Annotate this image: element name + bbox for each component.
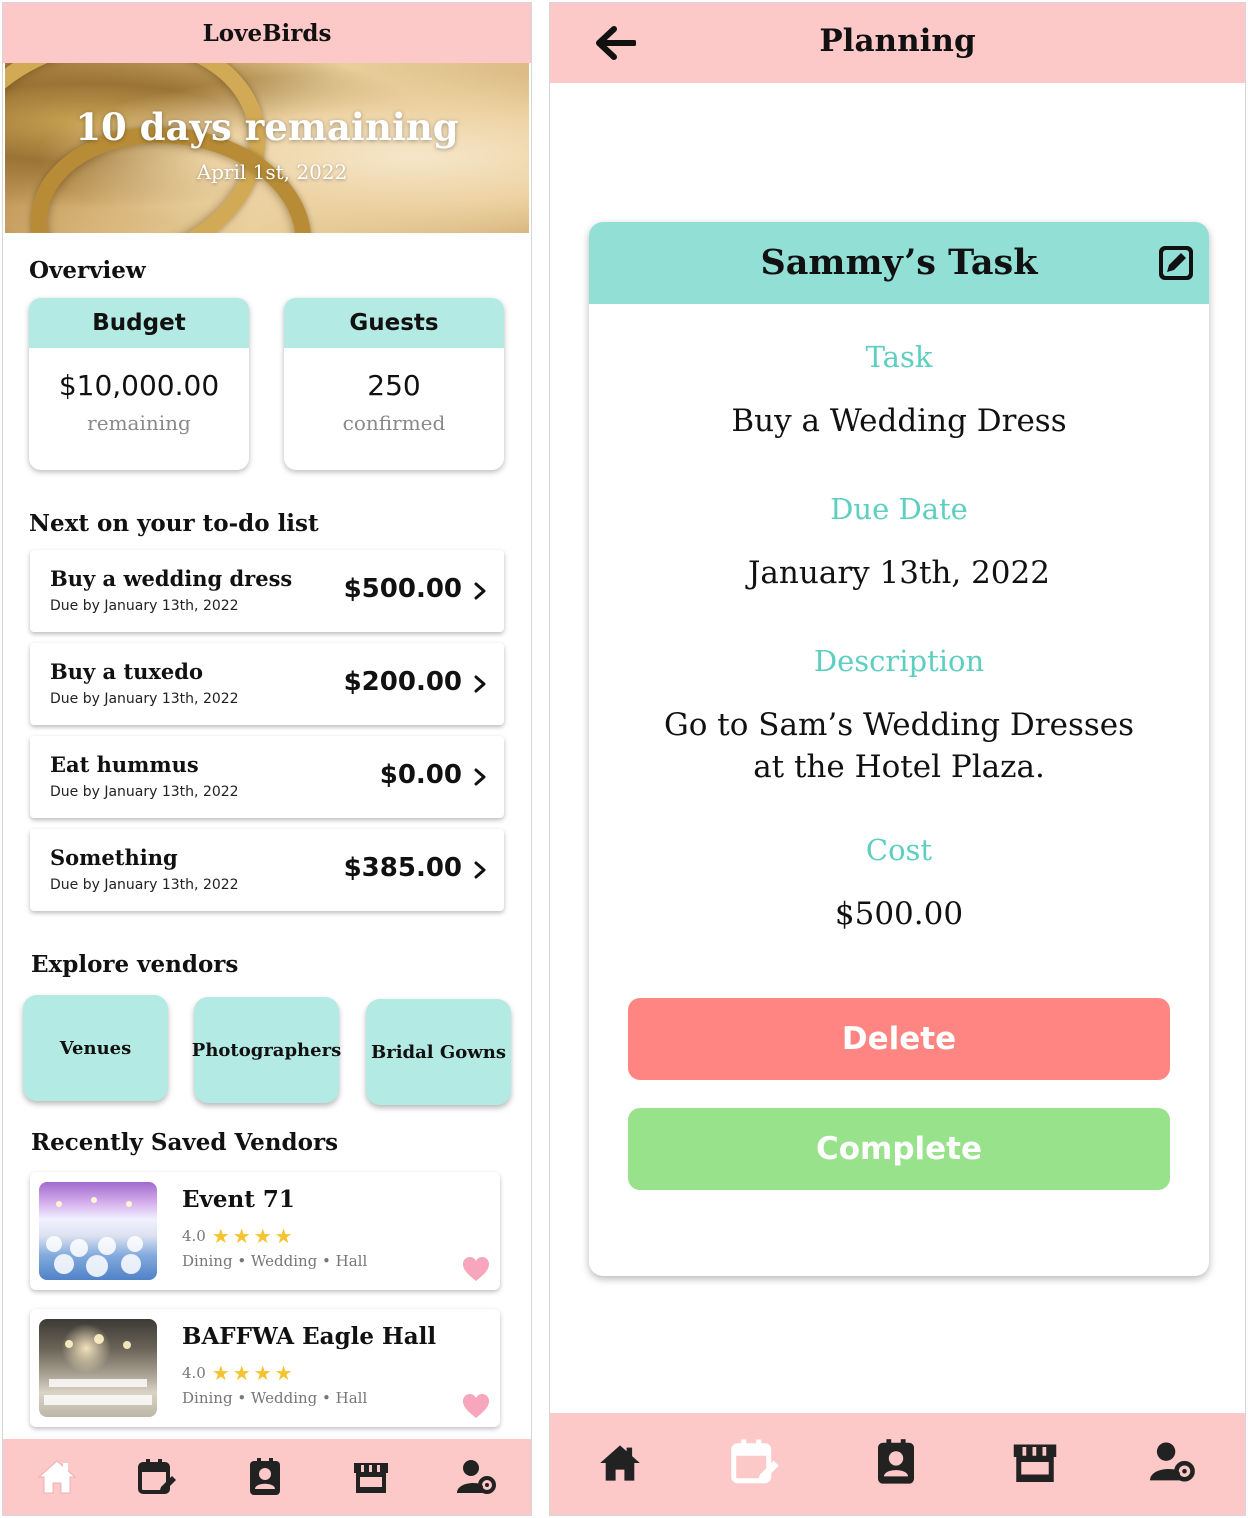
budget-value: $10,000.00 [58,369,220,402]
todo-due-date: Due by January 13th, 2022 [50,784,239,800]
chevron-right-icon [474,861,486,879]
todo-title: Buy a wedding dress [50,566,293,591]
todo-title: Eat hummus [50,752,199,777]
todo-item[interactable]: Buy a wedding dress Due by January 13th,… [30,550,504,632]
store-icon[interactable] [1010,1437,1060,1487]
todo-due-date: Due by January 13th, 2022 [50,691,239,707]
vendor-tags: Dining • Wedding • Hall [182,1389,368,1407]
guests-card-header: Guests [284,298,504,348]
todo-due-date: Due by January 13th, 2022 [50,598,239,614]
days-remaining: 10 days remaining [75,105,459,149]
budget-card[interactable]: Budget $10,000.00 remaining [29,298,249,470]
task-detail-screen: Planning Sammy’s Task Task Buy a Wedding… [549,2,1246,1516]
task-card-title: Sammy’s Task [760,242,1038,283]
home-icon[interactable] [598,1441,642,1485]
cost-label: Cost [865,833,933,867]
app-title: LoveBirds [202,19,332,47]
vendor-category-venues[interactable]: Venues [23,995,168,1101]
saved-vendor-card[interactable]: BAFFWA Eagle Hall 4.0 ★★★★ Dining • Wedd… [30,1309,500,1427]
todo-heading: Next on your to-do list [29,510,319,537]
bottom-nav [550,1413,1245,1515]
description-line: at the Hotel Plaza. [753,749,1045,785]
budget-sub: remaining [87,411,191,435]
chevron-right-icon [474,768,486,786]
user-settings-icon[interactable] [457,1457,497,1497]
todo-item[interactable]: Something Due by January 13th, 2022 $385… [30,829,504,911]
calendar-edit-icon[interactable] [730,1437,780,1487]
banquet-hall-illustration [46,1197,143,1277]
star-rating-icon: ★★★★ [211,1361,296,1385]
complete-button[interactable]: Complete [628,1108,1170,1190]
guests-value: 250 [367,369,421,402]
user-settings-icon[interactable] [1148,1439,1198,1485]
saved-vendors-heading: Recently Saved Vendors [31,1129,339,1156]
home-icon[interactable] [37,1457,77,1497]
bottom-nav [3,1439,531,1515]
due-date-value: January 13th, 2022 [748,555,1050,591]
rating-value: 4.0 [182,1227,206,1245]
todo-cost: $200.00 [343,667,462,697]
guests-card[interactable]: Guests 250 confirmed [284,298,504,470]
vendor-rating: 4.0 ★★★★ [182,1224,296,1248]
budget-card-header: Budget [29,298,249,348]
todo-item[interactable]: Buy a tuxedo Due by January 13th, 2022 $… [30,643,504,725]
todo-title: Buy a tuxedo [50,659,203,684]
star-rating-icon: ★★★★ [211,1224,296,1248]
task-card-header: Sammy’s Task [589,222,1209,304]
heart-icon[interactable] [462,1256,490,1282]
vendor-name: BAFFWA Eagle Hall [182,1323,437,1350]
vendor-photo [39,1319,157,1417]
todo-item[interactable]: Eat hummus Due by January 13th, 2022 $0.… [30,736,504,818]
description-label: Description [813,644,985,678]
store-icon[interactable] [351,1457,391,1497]
edit-icon[interactable] [1157,244,1195,282]
due-date-label: Due Date [830,492,968,526]
vendor-tags: Dining • Wedding • Hall [182,1252,368,1270]
guests-sub: confirmed [342,411,446,435]
task-card: Sammy’s Task Task Buy a Wedding Dress Du… [589,222,1209,1276]
app-header: LoveBirds [3,3,531,63]
delete-button[interactable]: Delete [628,998,1170,1080]
vendor-name: Event 71 [182,1186,295,1213]
heart-icon[interactable] [462,1393,490,1419]
todo-title: Something [50,845,178,870]
screen-header: Planning [550,3,1245,83]
vendor-photo [39,1182,157,1280]
vendor-rating: 4.0 ★★★★ [182,1361,296,1385]
overview-heading: Overview [29,257,146,284]
task-value: Buy a Wedding Dress [731,403,1067,439]
cost-value: $500.00 [834,896,964,932]
vendor-category-bridal-gowns[interactable]: Bridal Gowns [366,999,511,1105]
vendor-category-photographers[interactable]: Photographers [192,997,341,1103]
countdown-banner: 10 days remaining April 1st, 2022 [5,63,529,233]
explore-heading: Explore vendors [31,951,239,978]
home-screen: LoveBirds 10 days remaining April 1st, 2… [2,2,532,1516]
rating-value: 4.0 [182,1364,206,1382]
todo-cost: $500.00 [343,574,462,604]
saved-vendor-card[interactable]: Event 71 4.0 ★★★★ Dining • Wedding • Hal… [30,1172,500,1290]
chevron-right-icon [474,675,486,693]
todo-due-date: Due by January 13th, 2022 [50,877,239,893]
contact-card-icon[interactable] [245,1457,285,1497]
chevron-right-icon [474,582,486,600]
description-line: Go to Sam’s Wedding Dresses [663,707,1135,743]
contact-card-icon[interactable] [872,1437,920,1487]
calendar-edit-icon[interactable] [137,1457,177,1497]
screen-title: Planning [819,23,976,59]
wedding-date: April 1st, 2022 [196,160,348,184]
hall-interior-illustration [44,1334,152,1405]
todo-cost: $385.00 [343,853,462,883]
task-label: Task [865,340,933,374]
todo-cost: $0.00 [379,760,462,790]
